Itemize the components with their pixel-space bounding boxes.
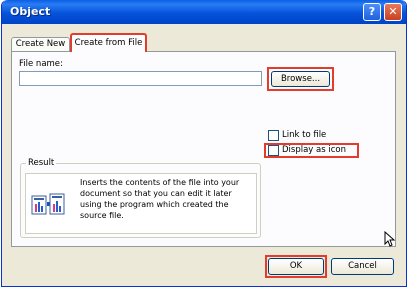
browse-highlight [267, 67, 334, 91]
link-to-file-label[interactable]: Link to file [282, 130, 326, 140]
tab-create-new[interactable]: Create New [11, 37, 70, 51]
result-legend: Result [26, 158, 57, 168]
help-button[interactable]: ? [363, 3, 381, 21]
mouse-cursor-icon [384, 231, 396, 247]
file-name-input[interactable] [19, 71, 262, 86]
display-as-icon-label[interactable]: Display as icon [282, 145, 346, 155]
ok-highlight [265, 255, 327, 278]
result-box: Inserts the contents of the file into yo… [25, 173, 257, 234]
cancel-button-label: Cancel [348, 261, 377, 271]
file-name-label: File name: [19, 59, 63, 69]
link-to-file-checkbox[interactable] [268, 130, 279, 141]
result-line: document so that you can edit it later [80, 189, 232, 198]
tab-create-new-label: Create New [15, 39, 66, 49]
result-line: source file. [80, 211, 124, 220]
result-description: Inserts the contents of the file into yo… [80, 177, 256, 221]
object-dialog: Object ? ✕ Create New Create from File F… [1, 0, 407, 287]
title-bar[interactable]: Object ? ✕ [2, 0, 406, 24]
result-line: using the program which created the [80, 200, 229, 209]
embed-document-icon [31, 193, 65, 215]
cancel-button[interactable]: Cancel [331, 258, 394, 275]
close-button[interactable]: ✕ [384, 3, 402, 21]
result-line: Inserts the contents of the file into yo… [80, 178, 240, 187]
result-group: Result Inserts the contents of the file … [20, 158, 261, 238]
dialog-title: Object [10, 5, 51, 18]
tab-create-from-file[interactable]: Create from File [70, 33, 147, 52]
tab-create-from-file-label: Create from File [74, 38, 143, 48]
